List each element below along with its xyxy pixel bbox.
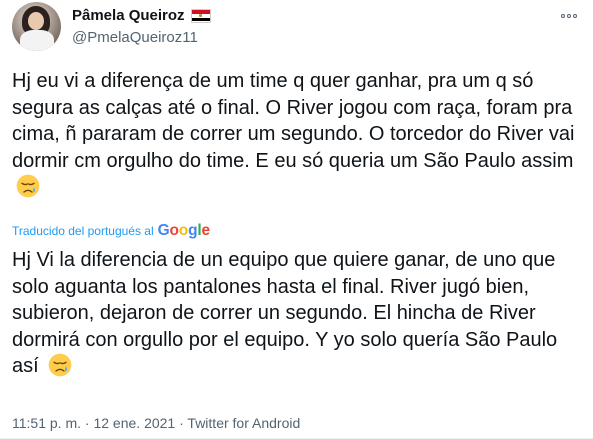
more-options-icon[interactable] (557, 8, 581, 24)
google-logo-letter: G (157, 222, 170, 239)
egypt-flag-icon (190, 8, 211, 23)
translated-text: Hj Vi la diferencia de un equipo que qui… (12, 247, 587, 380)
google-logo-letter: o (178, 222, 189, 239)
translation-label: Traducido del portugués al (12, 224, 154, 238)
tweet-source-link[interactable]: Twitter for Android (187, 415, 300, 431)
translated-text-body: Hj Vi la diferencia de un equipo que qui… (12, 249, 558, 377)
sad-but-relieved-face-icon (16, 174, 40, 198)
google-logo-letter: g (188, 222, 198, 239)
tweet-text: Hj eu vi a diferença de um time q quer g… (12, 68, 587, 201)
meta-separator: · (179, 415, 184, 431)
author-handle[interactable]: @PmelaQueiroz11 (72, 29, 198, 46)
google-logo-letter: e (201, 222, 210, 239)
google-logo-letter: o (169, 222, 179, 239)
author-name-row[interactable]: Pâmela Queiroz (72, 7, 211, 24)
tweet-metadata: 11:51 p. m. · 12 ene. 2021 · Twitter for… (12, 415, 300, 431)
tweet-text-body: Hj eu vi a diferença de um time q quer g… (12, 70, 575, 172)
tweet-timestamp-link[interactable]: 11:51 p. m. · 12 ene. 2021 (12, 415, 175, 431)
translation-attribution[interactable]: Traducido del portugués al Google (12, 222, 210, 240)
tweet-date: 12 ene. 2021 (93, 415, 176, 431)
avatar-shirt (20, 30, 54, 51)
author-name[interactable]: Pâmela Queiroz (72, 7, 185, 24)
avatar[interactable] (12, 2, 61, 51)
google-logo[interactable]: Google (158, 222, 210, 240)
sad-but-relieved-face-icon (48, 353, 72, 377)
meta-separator: · (84, 415, 90, 431)
tweet-time: 11:51 p. m. (12, 415, 82, 431)
avatar-face (28, 12, 44, 30)
